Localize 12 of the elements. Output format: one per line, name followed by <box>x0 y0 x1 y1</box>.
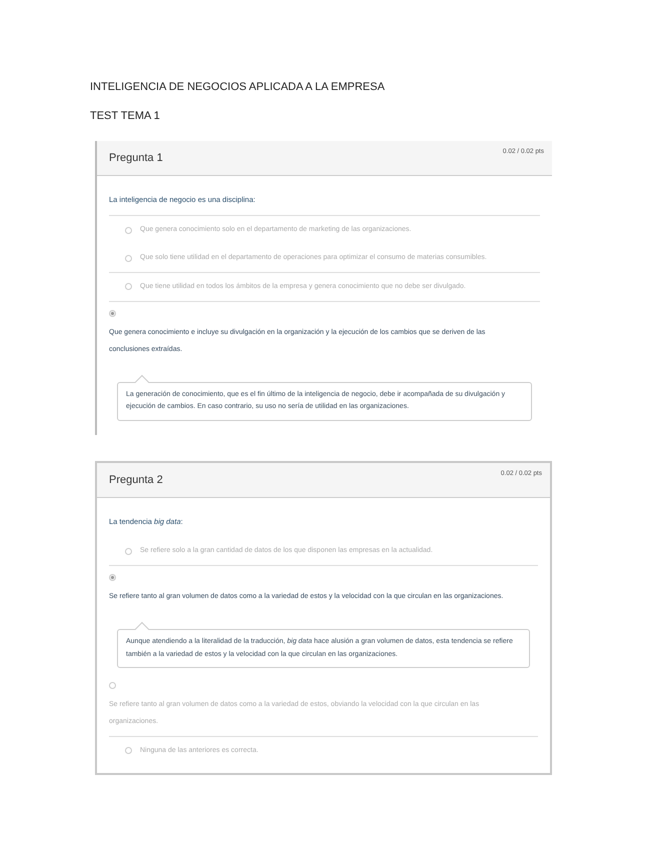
question-title: Pregunta 2 <box>109 472 163 488</box>
radio-button[interactable] <box>125 548 132 555</box>
radio-button[interactable] <box>109 310 116 317</box>
radio-button[interactable] <box>125 226 132 234</box>
document-subtitle: TEST TEMA 1 <box>90 109 160 124</box>
radio-button[interactable] <box>125 254 132 262</box>
radio-button[interactable] <box>125 747 132 754</box>
radio-button[interactable] <box>109 682 116 690</box>
radio-button[interactable] <box>125 283 132 290</box>
document-title: INTELIGENCIA DE NEGOCIOS APLICADA A LA EMPRESA <box>90 80 385 95</box>
question-title: Pregunta 1 <box>109 150 163 166</box>
radio-button[interactable] <box>109 574 116 582</box>
